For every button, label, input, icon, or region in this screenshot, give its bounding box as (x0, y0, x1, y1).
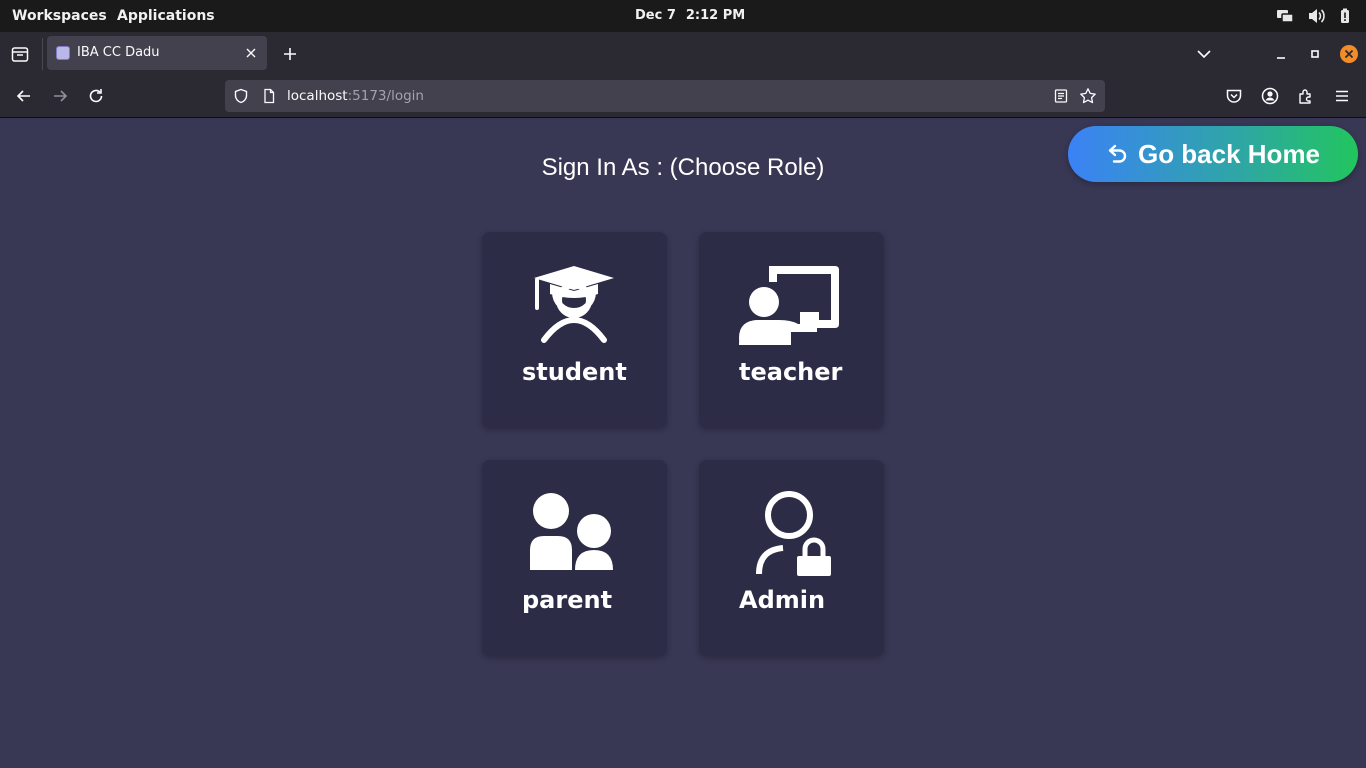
account-icon[interactable] (1260, 86, 1280, 106)
tab-separator (42, 38, 43, 70)
list-all-tabs-icon[interactable] (1195, 45, 1213, 63)
firefox-view-icon[interactable] (10, 44, 30, 64)
tracking-protection-shield-icon[interactable] (233, 88, 249, 108)
clock[interactable]: Dec 7 2:12 PM (635, 0, 745, 32)
user-lock-icon (756, 491, 831, 576)
bookmark-star-icon[interactable] (1079, 87, 1097, 109)
network-icon[interactable] (1276, 8, 1294, 24)
role-card-teacher[interactable]: teacher (699, 232, 884, 428)
browser-navigation-bar: localhost:5173/login (0, 76, 1366, 118)
page-content: Sign In As : (Choose Role) Go back Home … (0, 118, 1366, 768)
system-tray (1276, 8, 1350, 24)
new-tab-icon[interactable] (280, 44, 300, 64)
graduation-cap-user-icon (534, 266, 614, 343)
reader-view-icon[interactable] (1053, 88, 1069, 108)
address-bar[interactable]: localhost:5173/login (225, 80, 1105, 112)
url-text: localhost:5173/login (287, 80, 424, 112)
close-tab-icon[interactable] (243, 45, 259, 61)
go-back-home-button[interactable]: Go back Home (1068, 126, 1358, 182)
site-favicon-icon (56, 46, 70, 60)
undo-arrow-icon (1106, 142, 1130, 166)
pocket-icon[interactable] (1224, 86, 1244, 106)
back-arrow-icon[interactable] (14, 86, 34, 106)
url-host: localhost (287, 88, 348, 104)
tab-title: IBA CC Dadu (77, 45, 160, 60)
user-group-icon (530, 493, 613, 570)
clock-date: Dec 7 (635, 8, 676, 23)
minimize-window-icon[interactable] (1271, 44, 1291, 64)
role-label-student: student (522, 358, 627, 386)
role-card-admin[interactable]: Admin (699, 460, 884, 656)
tab-active[interactable]: IBA CC Dadu (47, 36, 267, 70)
reload-icon[interactable] (86, 86, 106, 106)
extensions-puzzle-icon[interactable] (1296, 86, 1316, 106)
applications-menu[interactable]: Applications (117, 0, 215, 32)
browser-tab-strip: IBA CC Dadu (0, 32, 1366, 76)
page-info-icon[interactable] (261, 88, 277, 108)
battery-icon[interactable] (1340, 8, 1350, 24)
url-path: :5173/login (347, 88, 424, 104)
maximize-window-icon[interactable] (1305, 44, 1325, 64)
workspaces-button[interactable]: Workspaces (12, 0, 107, 32)
role-label-admin: Admin (739, 586, 826, 614)
role-card-parent[interactable]: parent (482, 460, 667, 656)
forward-arrow-icon[interactable] (50, 86, 70, 106)
role-label-parent: parent (522, 586, 613, 614)
volume-icon[interactable] (1308, 8, 1326, 24)
role-card-student[interactable]: student (482, 232, 667, 428)
chalkboard-teacher-icon (739, 266, 839, 345)
hamburger-menu-icon[interactable] (1332, 86, 1352, 106)
close-window-icon[interactable] (1339, 44, 1359, 64)
go-back-home-label: Go back Home (1137, 138, 1321, 169)
system-top-bar: Workspaces Applications Dec 7 2:12 PM (0, 0, 1366, 32)
clock-time: 2:12 PM (685, 8, 746, 23)
role-label-teacher: teacher (739, 358, 843, 386)
